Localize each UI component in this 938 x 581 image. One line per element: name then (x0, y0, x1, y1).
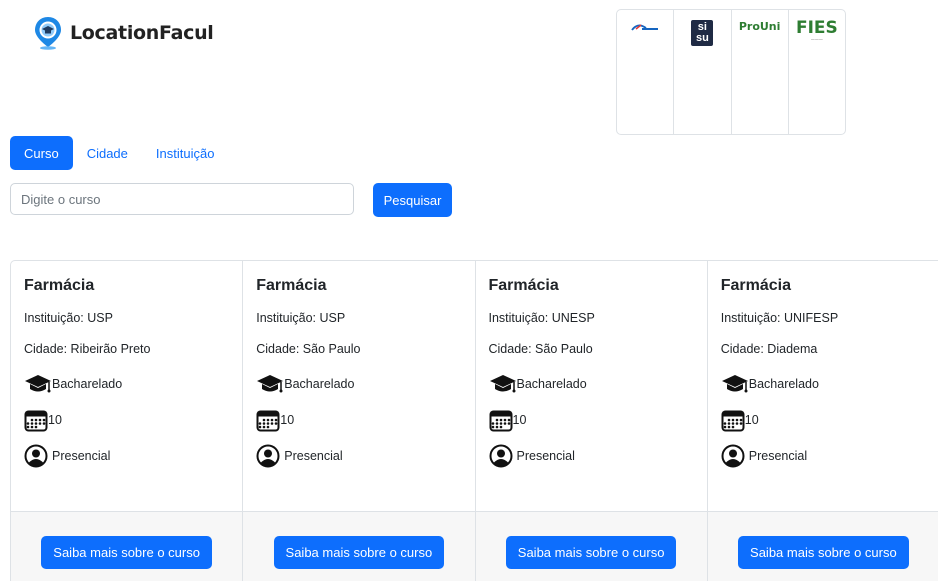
calendar-icon (24, 410, 48, 432)
course-duration: 10 (512, 413, 527, 427)
course-search-input[interactable] (10, 183, 354, 215)
course-modality: Presencial (52, 449, 111, 463)
course-card: Farmácia Instituição: USP Cidade: São Pa… (243, 261, 476, 581)
calendar-icon (721, 410, 745, 432)
graduation-cap-icon (25, 375, 51, 393)
course-duration-row: 10 (24, 409, 229, 432)
course-city: Cidade: São Paulo (488, 342, 593, 356)
sisu-logo: si su (691, 20, 714, 46)
course-details-button[interactable]: Saiba mais sobre o curso (738, 536, 909, 569)
course-title: Farmácia (720, 277, 792, 294)
tab-cidade[interactable]: Cidade (73, 136, 142, 170)
course-card-footer: Saiba mais sobre o curso (475, 512, 707, 581)
course-card: Farmácia Instituição: UNESP Cidade: São … (475, 261, 708, 581)
course-duration-row: 10 (721, 409, 926, 432)
course-institution: Instituição: UNESP (488, 311, 595, 325)
course-degree: Bacharelado (516, 377, 587, 391)
graduation-cap-icon (489, 375, 516, 393)
course-card-body: Farmácia Instituição: USP Cidade: São Pa… (243, 261, 475, 512)
tab-instituicao[interactable]: Instituição (142, 136, 229, 170)
course-duration-row: 10 (489, 409, 694, 432)
course-modality-row: Presencial (24, 444, 229, 468)
user-circle-icon (489, 444, 512, 468)
course-card-body: Farmácia Instituição: USP Cidade: Ribeir… (11, 261, 243, 512)
course-card-list: Farmácia Instituição: USP Cidade: Ribeir… (10, 260, 938, 581)
partner-programs-panel: si su ProUni FIES ——— (616, 9, 846, 135)
course-modality-row: Presencial (489, 444, 694, 468)
course-modality-row: Presencial (721, 444, 926, 468)
partner-enem[interactable] (617, 10, 675, 134)
course-modality: Presencial (284, 449, 343, 463)
course-details-button[interactable]: Saiba mais sobre o curso (41, 536, 212, 569)
course-degree-row: Bacharelado (721, 373, 926, 395)
partner-prouni[interactable]: ProUni (732, 10, 789, 134)
partner-sisu[interactable]: si su (674, 10, 732, 134)
course-card-footer: Saiba mais sobre o curso (11, 512, 243, 581)
course-card-footer: Saiba mais sobre o curso (243, 512, 475, 581)
tab-curso[interactable]: Curso (10, 136, 73, 170)
course-title: Farmácia (24, 277, 95, 294)
fies-logo-text: FIES (795, 18, 838, 38)
course-title: Farmácia (488, 277, 559, 294)
fies-logo: FIES ——— (796, 20, 838, 134)
course-duration: 10 (280, 413, 295, 427)
course-degree: Bacharelado (748, 377, 819, 391)
course-degree: Bacharelado (52, 377, 123, 391)
course-card-footer: Saiba mais sobre o curso (707, 512, 938, 581)
location-pin-icon (35, 17, 61, 50)
course-city: Cidade: Diadema (720, 342, 818, 356)
course-duration-row: 10 (256, 409, 461, 432)
course-degree-row: Bacharelado (489, 373, 694, 395)
course-city: Cidade: Ribeirão Preto (24, 342, 151, 356)
calendar-icon (256, 410, 280, 432)
enem-logo-icon (631, 24, 659, 31)
course-city: Cidade: São Paulo (256, 342, 361, 356)
prouni-logo: ProUni (738, 20, 781, 33)
course-modality: Presencial (516, 449, 575, 463)
partner-fies[interactable]: FIES ——— (789, 10, 845, 134)
course-degree: Bacharelado (284, 377, 355, 391)
user-circle-icon (24, 444, 48, 468)
course-details-button[interactable]: Saiba mais sobre o curso (505, 536, 677, 569)
course-title: Farmácia (256, 277, 327, 294)
course-duration: 10 (48, 413, 62, 427)
course-card: Farmácia Instituição: USP Cidade: Ribeir… (11, 261, 244, 581)
app-title: LocationFacul (70, 22, 214, 44)
course-card-body: Farmácia Instituição: UNESP Cidade: São … (475, 261, 707, 512)
course-modality-row: Presencial (256, 444, 461, 468)
course-modality: Presencial (748, 449, 808, 463)
search-tabs: Curso Cidade Instituição (10, 136, 228, 170)
course-institution: Instituição: USP (256, 311, 346, 325)
calendar-icon (489, 410, 512, 432)
course-degree-row: Bacharelado (256, 373, 461, 395)
search-button[interactable]: Pesquisar (373, 183, 452, 217)
course-institution: Instituição: UNIFESP (720, 311, 839, 325)
course-card: Farmácia Instituição: UNIFESP Cidade: Di… (707, 261, 938, 581)
course-duration: 10 (744, 413, 759, 427)
sisu-logo-bottom: su (695, 32, 709, 44)
course-institution: Instituição: USP (24, 311, 113, 325)
course-card-body: Farmácia Instituição: UNIFESP Cidade: Di… (707, 261, 938, 512)
user-circle-icon (721, 444, 745, 468)
course-details-button[interactable]: Saiba mais sobre o curso (273, 536, 445, 569)
course-degree-row: Bacharelado (24, 373, 229, 395)
app-logo[interactable]: LocationFacul (34, 16, 214, 50)
graduation-cap-icon (721, 375, 748, 393)
graduation-cap-icon (257, 375, 284, 393)
user-circle-icon (256, 444, 280, 468)
